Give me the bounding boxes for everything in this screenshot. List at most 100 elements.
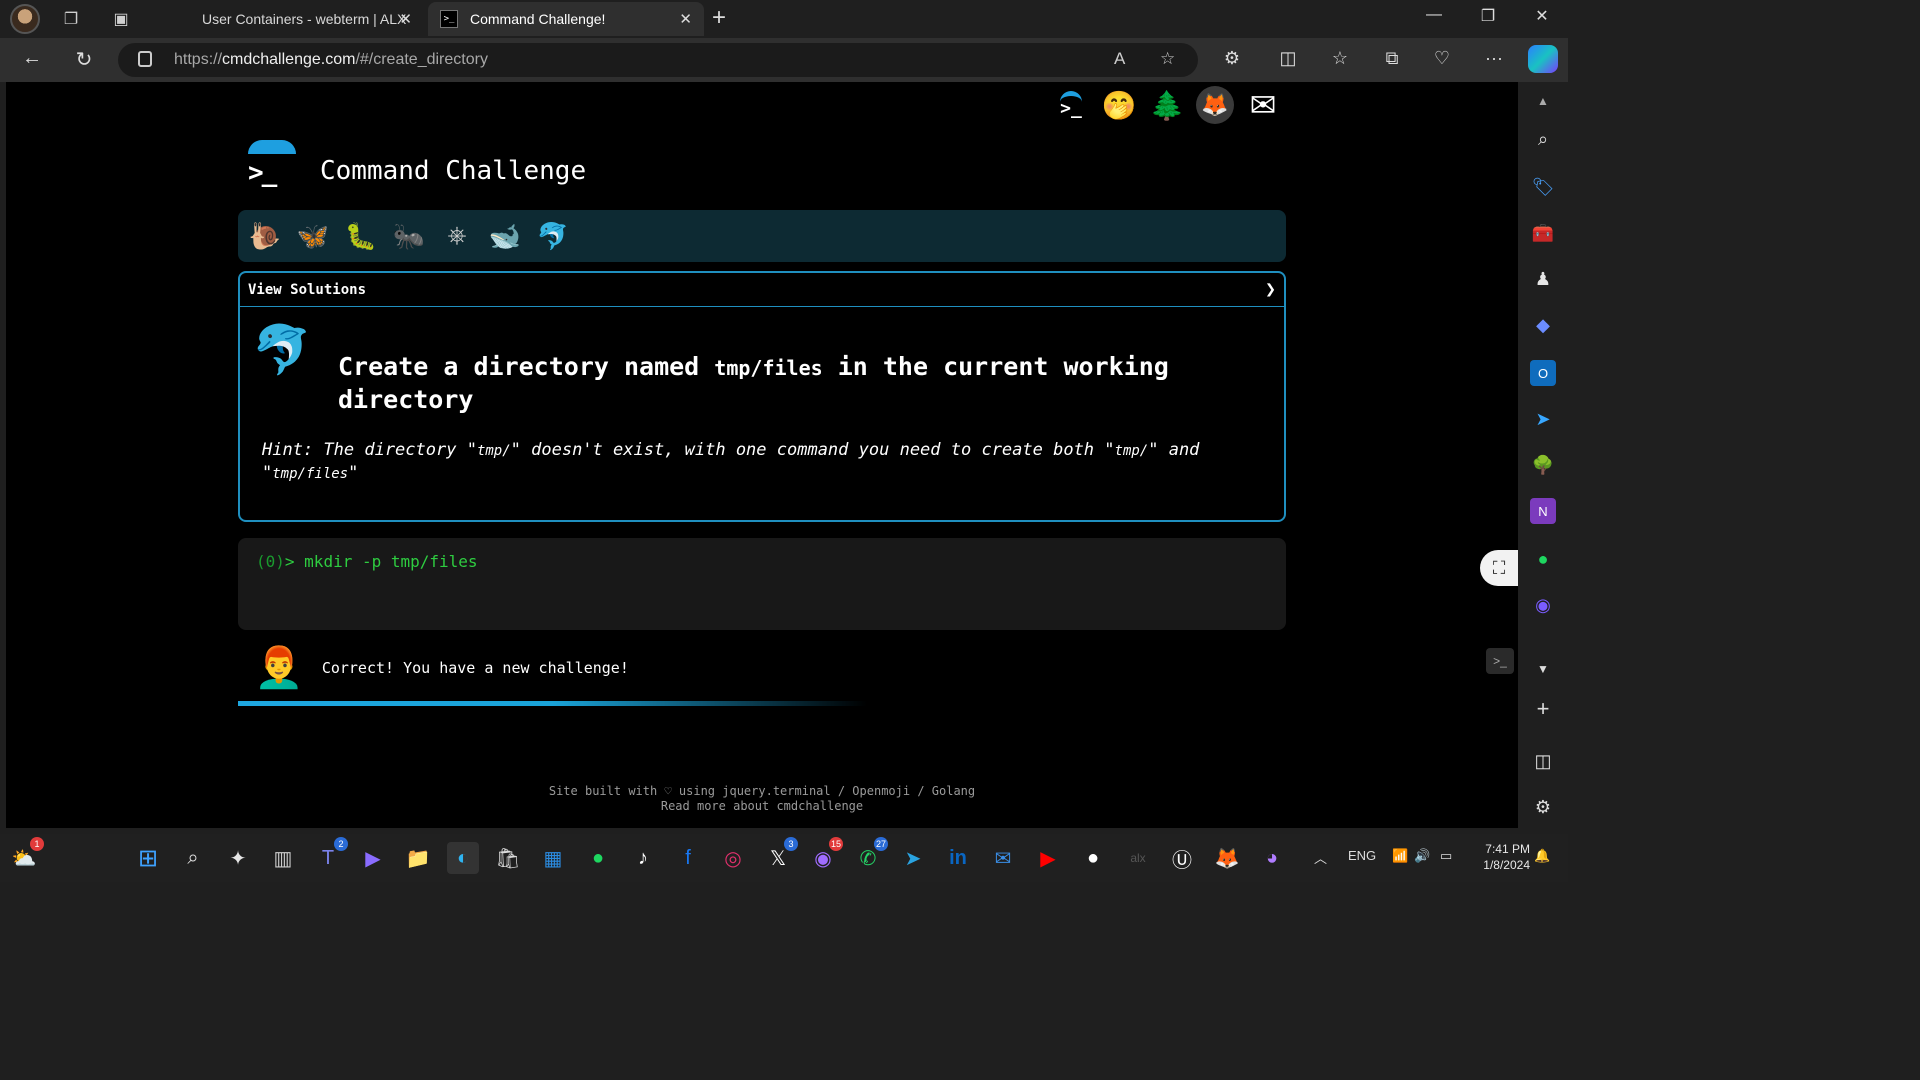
split-screen-icon[interactable]: ◫ xyxy=(1274,48,1302,69)
spotify-icon[interactable]: ● xyxy=(1530,546,1556,572)
minimize-button[interactable]: — xyxy=(1414,6,1454,24)
hide-sidebar-icon[interactable]: ◫ xyxy=(1530,748,1556,774)
show-hidden-icons[interactable]: ︿ xyxy=(1314,848,1327,867)
workspaces-icon[interactable]: ❐ xyxy=(58,7,84,31)
copilot-icon[interactable] xyxy=(1528,45,1558,73)
favorites-icon[interactable]: ☆ xyxy=(1326,48,1354,69)
visual-search-icon[interactable]: ⛶ xyxy=(1480,550,1518,586)
chevron-right-icon[interactable]: ❯ xyxy=(1265,279,1276,300)
extensions-icon[interactable]: ⚙ xyxy=(1218,48,1246,69)
view-solutions-toggle[interactable]: View Solutions ❯ xyxy=(240,273,1284,307)
spotify-taskbar-icon[interactable]: ● xyxy=(582,842,614,874)
store-icon[interactable]: 🛍 xyxy=(492,842,524,874)
copilot-taskbar-icon[interactable]: ✦ xyxy=(222,842,254,874)
face-hand-icon[interactable]: 🤭 xyxy=(1100,86,1138,124)
clock-date: 1/8/2024 xyxy=(1483,858,1530,872)
terminal[interactable]: (0)> mkdir -p tmp/files xyxy=(238,538,1286,630)
caterpillar-icon[interactable]: 🐛 xyxy=(344,219,378,253)
clock[interactable]: 7:41 PM 1/8/2024 xyxy=(1470,841,1530,873)
profile-avatar[interactable] xyxy=(10,4,40,34)
file-explorer-icon[interactable]: 📁 xyxy=(402,842,434,874)
teams-icon[interactable]: T2 xyxy=(312,837,348,874)
youtube-icon[interactable]: ▶ xyxy=(1032,842,1064,874)
tab-command-challenge[interactable]: >_ Command Challenge! ✕ xyxy=(428,2,704,36)
volume-icon[interactable]: 🔊 xyxy=(1414,848,1430,864)
whale-icon[interactable]: 🐋 xyxy=(488,219,522,253)
scroll-down-icon[interactable]: ▼ xyxy=(1530,656,1556,682)
messenger-taskbar-icon[interactable]: ◉ 15 xyxy=(807,837,843,874)
tiktok-icon[interactable]: ♪ xyxy=(627,842,659,874)
alx-icon[interactable]: alx xyxy=(1122,842,1154,874)
language-indicator[interactable]: ENG xyxy=(1348,848,1376,863)
messenger-badge: 15 xyxy=(828,837,843,851)
wd-app-icon[interactable]: ◕ xyxy=(1256,842,1288,874)
notifications-icon[interactable]: 🔔 xyxy=(1534,848,1550,864)
settings-more-icon[interactable]: ··· xyxy=(1480,48,1508,69)
lock-icon[interactable] xyxy=(138,51,152,67)
url-text[interactable]: https://cmdchallenge.com/#/create_direct… xyxy=(174,51,488,69)
favorite-star-icon[interactable]: ☆ xyxy=(1160,49,1175,69)
footer-about-link[interactable]: Read more about cmdchallenge xyxy=(6,799,1518,814)
snail-icon[interactable]: 🐌 xyxy=(248,219,282,253)
onenote-icon[interactable]: N xyxy=(1530,498,1556,524)
firefox-icon[interactable]: 🦊 xyxy=(1211,842,1243,874)
clipchamp-icon[interactable]: ▶ xyxy=(357,842,389,874)
terminal-logo-icon[interactable]: >_ xyxy=(1052,86,1090,124)
wifi-icon[interactable]: 📶 xyxy=(1392,848,1408,864)
challenge-path: tmp/files xyxy=(714,356,823,380)
telegram-icon[interactable]: ➤ xyxy=(897,842,929,874)
close-window-button[interactable]: ✕ xyxy=(1522,6,1562,26)
start-icon[interactable]: ⊞ xyxy=(132,842,164,874)
microsoft365-icon[interactable]: ◆ xyxy=(1530,312,1556,338)
footer-credits[interactable]: Site built with ♡ using jquery.terminal … xyxy=(6,784,1518,799)
weather-icon[interactable]: ⛅ 1 xyxy=(8,837,44,874)
restore-button[interactable]: ❐ xyxy=(1468,6,1508,26)
sidebar-settings-icon[interactable]: ⚙ xyxy=(1530,794,1556,820)
mail-app-icon[interactable]: ✉ xyxy=(987,842,1019,874)
add-icon[interactable]: + xyxy=(1530,696,1556,722)
facebook-icon[interactable]: f xyxy=(672,842,704,874)
shopping-tag-icon[interactable]: 🏷 xyxy=(1530,174,1556,200)
search-icon[interactable]: ⌕ xyxy=(1530,126,1556,152)
envelope-icon[interactable]: ✉ xyxy=(1244,86,1282,124)
outlook-icon[interactable]: O xyxy=(1530,360,1556,386)
u-app-icon[interactable]: Ⓤ xyxy=(1166,842,1198,874)
ant-icon[interactable]: 🐜 xyxy=(392,219,426,253)
github-icon[interactable]: ● xyxy=(1077,842,1109,874)
tree-app-icon[interactable]: 🌳 xyxy=(1530,452,1556,478)
challenge-description: Create a directory named tmp/files in th… xyxy=(338,351,1238,416)
dolphin-icon[interactable]: 🐬 xyxy=(536,219,570,253)
app-window-icon[interactable]: ▦ xyxy=(537,842,569,874)
tools-icon[interactable]: 🧰 xyxy=(1530,220,1556,246)
terminal-command[interactable]: mkdir -p tmp/files xyxy=(304,552,477,571)
close-tab-icon[interactable]: ✕ xyxy=(399,10,412,28)
back-button[interactable]: ← xyxy=(18,47,46,73)
collections-icon[interactable]: ⧉ xyxy=(1378,48,1406,69)
butterfly-icon[interactable]: 🦋 xyxy=(296,219,330,253)
refresh-button[interactable]: ↻ xyxy=(70,47,98,73)
edge-icon[interactable]: ◐ xyxy=(447,842,479,874)
games-icon[interactable]: ♟ xyxy=(1530,266,1556,292)
instagram-icon[interactable]: ◎ xyxy=(717,842,749,874)
whatsapp-icon[interactable]: ✆ 27 xyxy=(852,837,888,874)
address-bar[interactable]: https://cmdchallenge.com/#/create_direct… xyxy=(118,43,1198,77)
close-tab-icon[interactable]: ✕ xyxy=(679,10,692,28)
kubernetes-icon[interactable]: ⎈ xyxy=(440,219,474,253)
tree-icon[interactable]: 🌲 xyxy=(1148,86,1186,124)
search-taskbar-icon[interactable]: ⌕ xyxy=(177,842,209,874)
browser-essentials-icon[interactable]: ♡ xyxy=(1428,48,1456,69)
gitlab-icon[interactable]: 🦊 xyxy=(1196,86,1234,124)
tab-user-containers[interactable]: User Containers - webterm | ALX ✕ xyxy=(160,2,424,36)
sidebar-app-icon[interactable]: >_ xyxy=(1486,648,1514,674)
messenger-icon[interactable]: ◉ xyxy=(1530,592,1556,618)
battery-icon[interactable]: ▭ xyxy=(1440,848,1452,864)
new-tab-button[interactable]: + xyxy=(712,4,726,32)
vertical-tabs-icon[interactable]: ▣ xyxy=(108,7,134,31)
read-aloud-icon[interactable]: A xyxy=(1114,49,1125,69)
linkedin-icon[interactable]: in xyxy=(942,842,974,874)
scroll-up-icon[interactable]: ▲ xyxy=(1530,88,1556,114)
hint-text: " doesn't exist, with one command you ne… xyxy=(510,440,1115,460)
x-icon[interactable]: 𝕏3 xyxy=(762,837,798,874)
task-view-icon[interactable]: ▥ xyxy=(267,842,299,874)
drop-icon[interactable]: ➤ xyxy=(1530,406,1556,432)
